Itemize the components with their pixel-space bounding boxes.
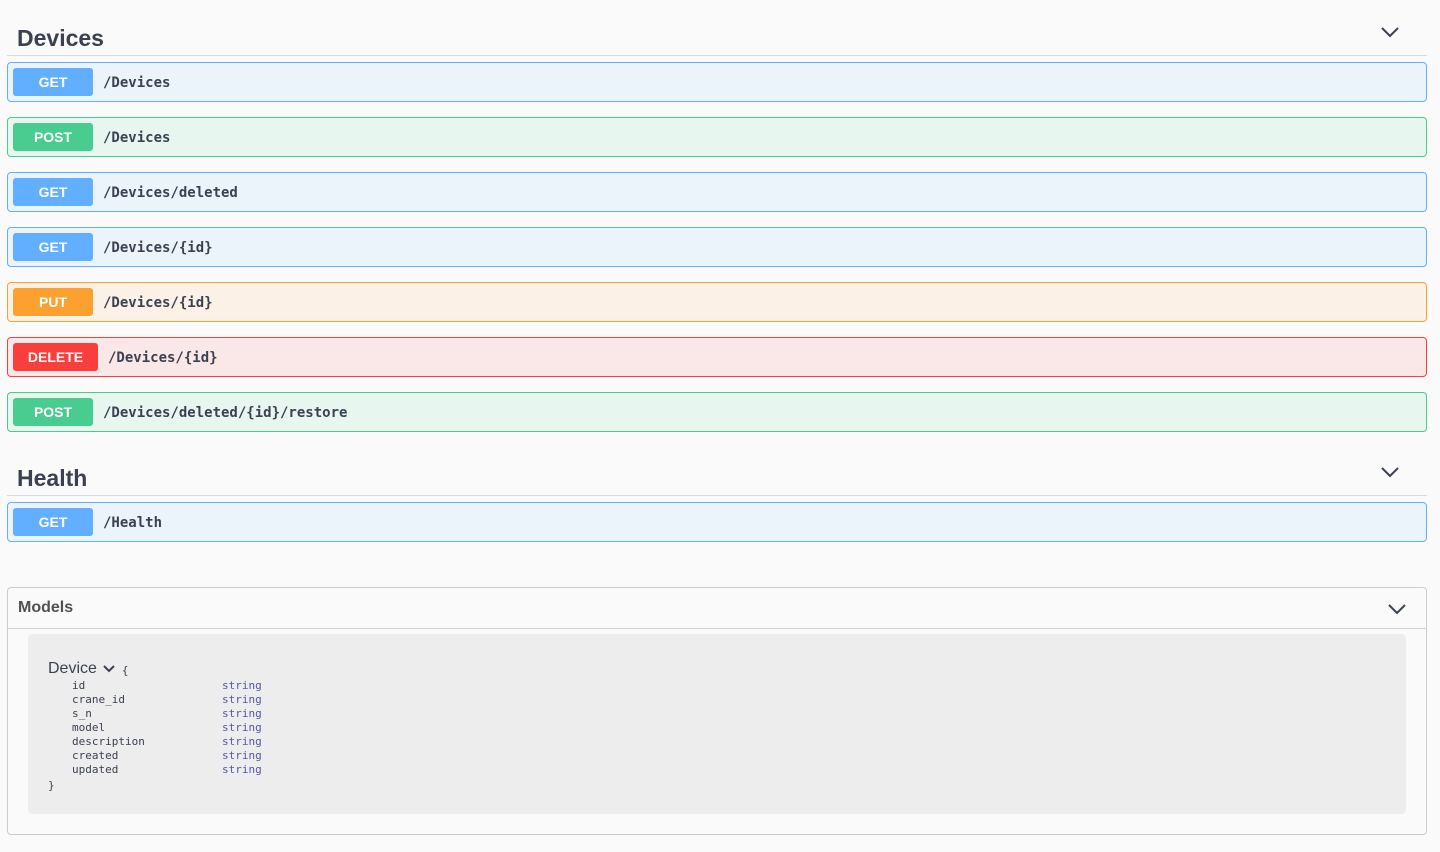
property-type: string (222, 679, 262, 692)
tag-header-devices[interactable]: Devices (7, 7, 1427, 56)
operation-post-devices[interactable]: POST /Devices (7, 117, 1427, 157)
models-header[interactable]: Models (8, 588, 1426, 629)
property-name: created (72, 749, 119, 762)
method-badge: DELETE (13, 343, 98, 371)
model-properties: id string crane_id string s_n string model s… (72, 679, 262, 777)
method-badge: GET (13, 178, 93, 206)
property-type: string (222, 721, 262, 734)
method-badge: POST (13, 123, 93, 151)
method-badge: GET (13, 233, 93, 261)
model-header[interactable]: Device { (48, 659, 129, 679)
operation-get-health[interactable]: GET /Health (7, 502, 1427, 542)
property-row: updated string (72, 763, 262, 777)
property-name: crane_id (72, 693, 125, 706)
method-badge: POST (13, 398, 93, 426)
operation-get-devices[interactable]: GET /Devices (7, 62, 1427, 102)
property-row: model string (72, 721, 262, 735)
property-row: description string (72, 735, 262, 749)
tag-title: Devices (17, 25, 104, 51)
operation-path: /Devices (103, 75, 171, 91)
operation-path: /Devices/deleted (103, 185, 238, 201)
swagger-page: Devices GET /Devices POST /Devices GET /… (0, 0, 1440, 852)
operation-post-device-restore[interactable]: POST /Devices/deleted/{id}/restore (7, 392, 1427, 432)
property-type: string (222, 763, 262, 776)
property-row: s_n string (72, 707, 262, 721)
tag-section-health: Health GET /Health (7, 447, 1427, 551)
tag-section-devices: Devices GET /Devices POST /Devices GET /… (7, 7, 1427, 441)
chevron-down-icon[interactable] (103, 664, 115, 674)
chevron-down-icon[interactable] (1381, 25, 1399, 39)
operation-get-device-by-id[interactable]: GET /Devices/{id} (7, 227, 1427, 267)
model-name[interactable]: Device (48, 660, 97, 678)
property-type: string (222, 735, 262, 748)
property-name: description (72, 735, 145, 748)
method-badge: GET (13, 68, 93, 96)
tag-header-health[interactable]: Health (7, 447, 1427, 496)
operation-path: /Devices (103, 130, 171, 146)
method-badge: GET (13, 508, 93, 536)
close-brace: } (48, 779, 55, 792)
operation-path: /Devices/{id} (108, 350, 218, 366)
property-row: crane_id string (72, 693, 262, 707)
open-brace: { (121, 664, 129, 677)
operation-delete-device-by-id[interactable]: DELETE /Devices/{id} (7, 337, 1427, 377)
chevron-down-icon[interactable] (1388, 602, 1406, 616)
operation-path: /Devices/deleted/{id}/restore (103, 405, 348, 421)
operation-path: /Devices/{id} (103, 240, 213, 256)
property-type: string (222, 749, 262, 762)
property-name: model (72, 721, 106, 734)
tag-title: Health (17, 465, 88, 491)
property-row: created string (72, 749, 262, 763)
property-type: string (222, 707, 262, 720)
property-name: s_n (72, 707, 92, 720)
property-row: id string (72, 679, 262, 693)
models-title: Models (18, 599, 74, 616)
property-type: string (222, 693, 262, 706)
operation-path: /Devices/{id} (103, 295, 213, 311)
property-name: id (72, 679, 86, 692)
operation-path: /Health (103, 515, 163, 531)
model-device: Device { id string crane_id string s_n stri… (28, 634, 1406, 814)
method-badge: PUT (13, 288, 93, 316)
operation-put-device-by-id[interactable]: PUT /Devices/{id} (7, 282, 1427, 322)
property-name: updated (72, 763, 119, 776)
chevron-down-icon[interactable] (1381, 465, 1399, 479)
operation-get-devices-deleted[interactable]: GET /Devices/deleted (7, 172, 1427, 212)
models-section: Models Device { id string crane_id string (7, 587, 1427, 835)
